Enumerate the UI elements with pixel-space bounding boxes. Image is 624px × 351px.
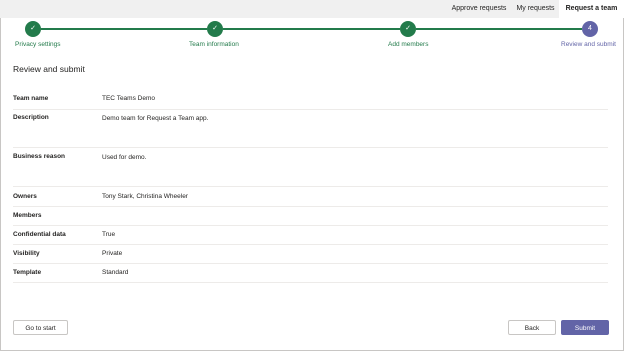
stepper-connector (416, 28, 582, 30)
tab-approve-requests[interactable]: Approve requests (446, 0, 512, 18)
team-name-label: Team name (13, 95, 49, 102)
step-label-privacy-settings: Privacy settings (15, 41, 61, 48)
page-title: Review and submit (13, 64, 85, 74)
submit-button[interactable]: Submit (561, 320, 609, 335)
step-label-add-members: Add members (388, 41, 429, 48)
step-label-review-and-submit: Review and submit (561, 41, 616, 48)
back-button[interactable]: Back (508, 320, 556, 335)
description-label: Description (13, 114, 49, 121)
step-2-check-icon: ✓ (207, 21, 223, 37)
row-divider (13, 186, 608, 187)
confidential-data-value: True (102, 231, 116, 238)
stepper-connector (223, 28, 400, 30)
app-frame (0, 0, 624, 351)
row-divider (13, 109, 608, 110)
row-divider (13, 206, 608, 207)
row-divider (13, 282, 608, 283)
business-reason-label: Business reason (13, 153, 66, 160)
confidential-data-label: Confidential data (13, 231, 66, 238)
step-1-check-icon: ✓ (25, 21, 41, 37)
template-label: Template (13, 269, 42, 276)
template-value: Standard (102, 269, 129, 276)
owners-label: Owners (13, 193, 37, 200)
row-divider (13, 263, 608, 264)
members-label: Members (13, 212, 42, 219)
visibility-label: Visibility (13, 250, 40, 257)
top-nav: Approve requests My requests Request a t… (0, 0, 624, 18)
description-value: Demo team for Request a Team app. (102, 115, 209, 122)
go-to-start-button[interactable]: Go to start (13, 320, 68, 335)
owners-value: Tony Stark, Christina Wheeler (102, 193, 188, 200)
row-divider (13, 147, 608, 148)
step-3-check-icon: ✓ (400, 21, 416, 37)
team-name-value: TEC Teams Demo (102, 95, 155, 102)
tab-request-a-team[interactable]: Request a team (559, 0, 624, 18)
row-divider (13, 225, 608, 226)
step-label-team-information: Team information (189, 41, 239, 48)
stepper-connector (41, 28, 207, 30)
row-divider (13, 244, 608, 245)
business-reason-value: Used for demo. (102, 154, 147, 161)
tab-my-requests[interactable]: My requests (512, 0, 559, 18)
visibility-value: Private (102, 250, 123, 257)
step-4-number: 4 (582, 21, 598, 37)
